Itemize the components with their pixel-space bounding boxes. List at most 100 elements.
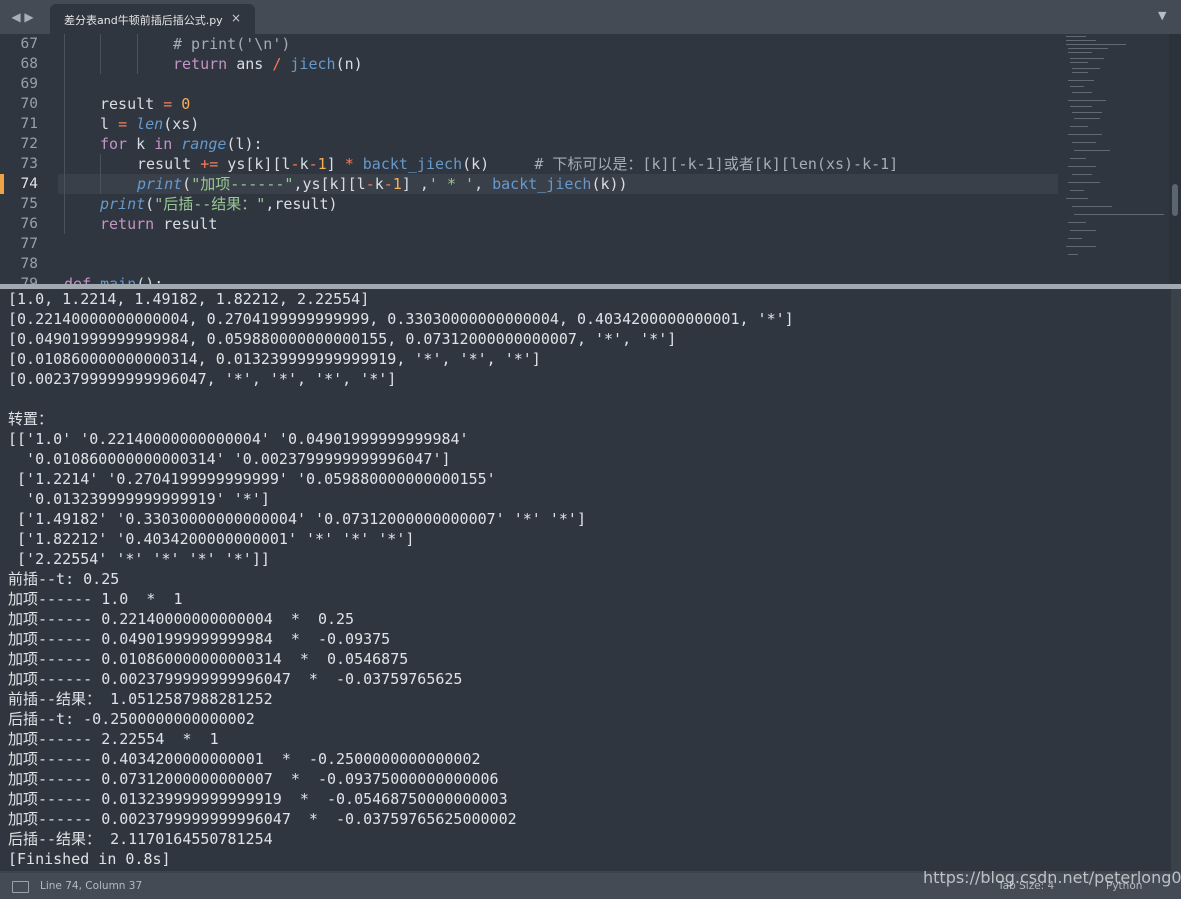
- output-line: [0.010860000000000314, 0.013239999999999…: [8, 350, 541, 368]
- cursor-position: Line 74, Column 37: [40, 880, 143, 892]
- output-line: [1.0, 1.2214, 1.49182, 1.82212, 2.22554]: [8, 290, 370, 308]
- line-number: 78: [20, 256, 38, 272]
- tab-bar: ◀ ▶ 差分表and牛顿前插后插公式.py × ▼: [0, 0, 1181, 34]
- code-token: ys[k][l: [218, 155, 291, 173]
- output-line: [0.04901999999999984, 0.0598800000000001…: [8, 330, 677, 348]
- code-line-76: return result: [100, 214, 217, 234]
- code-token: (: [145, 195, 155, 213]
- code-operator: -: [383, 175, 393, 193]
- output-scrollbar[interactable]: [1171, 289, 1181, 871]
- code-token: ans: [227, 55, 273, 73]
- code-token: (k): [462, 155, 535, 173]
- output-line: ['1.49182' '0.33030000000000004' '0.0731…: [8, 510, 586, 528]
- output-line: 后插--结果： 2.1170164550781254: [8, 830, 273, 848]
- code-line-71: l = len(xs): [100, 114, 199, 134]
- output-line: [0.22140000000000004, 0.2704199999999999…: [8, 310, 794, 328]
- close-icon[interactable]: ×: [231, 11, 241, 25]
- watermark-text: https://blog.csdn.net/peterlong0612: [923, 868, 1181, 887]
- code-number: 1: [392, 175, 402, 193]
- minimap-line: [1070, 230, 1096, 231]
- code-token: (xs): [163, 115, 200, 133]
- code-token: ,: [474, 175, 493, 193]
- code-line-75: print("后插--结果：",result): [100, 194, 338, 214]
- minimap-line: [1074, 214, 1164, 215]
- code-function: jiech: [290, 55, 336, 73]
- line-number: 77: [20, 236, 38, 252]
- tab-file[interactable]: 差分表and牛顿前插后插公式.py ×: [50, 4, 255, 34]
- line-number: 69: [20, 76, 38, 92]
- code-token: result: [137, 155, 201, 173]
- editor-scroll-thumb[interactable]: [1172, 184, 1178, 216]
- minimap-line: [1066, 246, 1096, 247]
- code-operator: =: [163, 95, 173, 113]
- code-function: main: [100, 275, 137, 284]
- code-token: (: [182, 175, 192, 193]
- minimap-line: [1068, 222, 1086, 223]
- code-function: backt_jiech: [362, 155, 463, 173]
- line-number: 75: [20, 196, 38, 212]
- editor-scrollbar[interactable]: [1169, 34, 1181, 284]
- output-line: ['1.82212' '0.4034200000000001' '*' '*' …: [8, 530, 415, 548]
- code-number: 0: [181, 95, 191, 113]
- code-keyword: def: [64, 275, 92, 284]
- code-operator: *: [344, 155, 354, 173]
- output-line: 加项------ 0.013239999999999919 * -0.05468…: [8, 790, 508, 808]
- minimap-line: [1074, 150, 1110, 151]
- code-line-72: for k in range(l):: [100, 134, 263, 154]
- code-token: (l):: [226, 135, 263, 153]
- tab-title: 差分表and牛顿前插后插公式.py: [64, 14, 223, 27]
- code-keyword: return: [100, 215, 155, 233]
- line-number: 76: [20, 216, 38, 232]
- code-comment: # 下标可以是：[k][-k-1]或者[k][len(xs)-k-1]: [534, 155, 899, 173]
- line-number: 70: [20, 96, 38, 112]
- line-number: 72: [20, 136, 38, 152]
- line-number: 79: [20, 276, 38, 284]
- line-number-gutter: 67 68 69 70 71 72 73 74 75 76 77 78 79: [0, 34, 58, 284]
- panel-toggle-icon[interactable]: [12, 881, 29, 893]
- code-token: ,result): [265, 195, 338, 213]
- minimap-line: [1070, 86, 1084, 87]
- code-token: ] ,: [401, 175, 429, 193]
- minimap-line: [1068, 238, 1082, 239]
- output-line: 后插--t: -0.2500000000000002: [8, 710, 255, 728]
- code-editor[interactable]: 67 68 69 70 71 72 73 74 75 76 77 78 79 #…: [0, 34, 1181, 284]
- code-string: "后插--结果：": [154, 195, 266, 213]
- output-line: 前插--t: 0.25: [8, 570, 120, 588]
- code-operator: -: [290, 155, 300, 173]
- indent-guide: [100, 154, 101, 194]
- code-line-67: # print('\n'): [173, 34, 290, 54]
- minimap-line: [1068, 48, 1108, 49]
- output-line: [['1.0' '0.22140000000000004' '0.0490199…: [8, 430, 469, 448]
- code-token: result: [100, 95, 164, 113]
- minimap-line: [1070, 126, 1088, 127]
- minimap-line: [1070, 158, 1086, 159]
- minimap-line: [1068, 182, 1100, 183]
- build-output-panel[interactable]: [1.0, 1.2214, 1.49182, 1.82212, 2.22554]…: [0, 289, 1171, 871]
- output-line: 加项------ 0.4034200000000001 * -0.2500000…: [8, 750, 481, 768]
- code-operator: +=: [200, 155, 219, 173]
- minimap[interactable]: [1062, 34, 1170, 284]
- code-builtin: print: [100, 195, 146, 213]
- code-keyword: in: [154, 135, 173, 153]
- minimap-line: [1070, 58, 1104, 59]
- minimap-line: [1066, 198, 1088, 199]
- forward-arrow-icon[interactable]: ▶: [22, 9, 36, 25]
- code-token: ():: [136, 275, 164, 284]
- minimap-line: [1070, 62, 1088, 63]
- back-arrow-icon[interactable]: ◀: [9, 9, 23, 25]
- minimap-line: [1072, 92, 1092, 93]
- output-line: 加项------ 0.0023799999999996047 * -0.0375…: [8, 670, 463, 688]
- line-number-current: 74: [20, 176, 38, 192]
- code-comment: # print('\n'): [173, 35, 291, 53]
- code-line-68: return ans / jiech(n): [173, 54, 363, 74]
- code-token: k: [299, 155, 309, 173]
- chevron-down-icon[interactable]: ▼: [1158, 9, 1166, 22]
- line-number: 68: [20, 56, 38, 72]
- minimap-line: [1074, 118, 1100, 119]
- minimap-line: [1070, 190, 1084, 191]
- minimap-line: [1068, 166, 1096, 167]
- minimap-line: [1072, 68, 1100, 69]
- code-token: (n): [335, 55, 363, 73]
